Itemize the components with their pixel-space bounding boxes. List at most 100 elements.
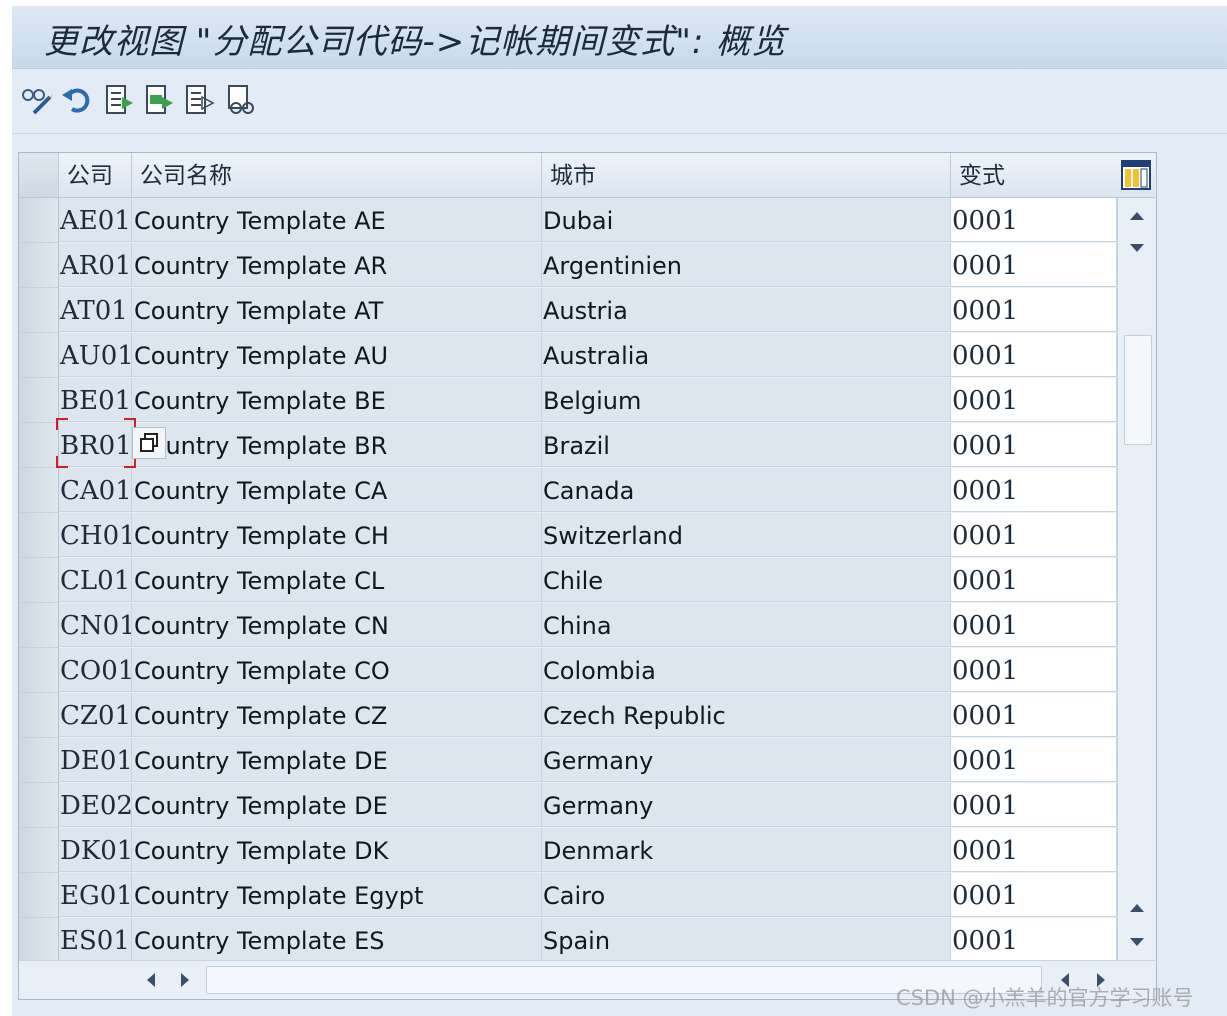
company-name-cell[interactable]: Country Template DE	[132, 738, 542, 782]
column-header-company-name[interactable]: 公司名称	[132, 153, 542, 197]
company-name-cell[interactable]: Country Template CZ	[132, 693, 542, 737]
vertical-scrollbar[interactable]	[1117, 198, 1156, 960]
company-code-cell[interactable]: CO01	[59, 648, 132, 692]
table-row[interactable]: BE01 Country Template BE Belgium 0001	[19, 378, 1117, 423]
company-code-cell[interactable]: CZ01	[59, 693, 132, 737]
column-header-city[interactable]: 城市	[542, 153, 951, 197]
variant-input[interactable]: 0001	[951, 243, 1117, 287]
variant-input[interactable]: 0001	[951, 378, 1117, 422]
variant-input[interactable]: 0001	[951, 738, 1117, 782]
city-cell[interactable]: Germany	[542, 738, 951, 782]
city-cell[interactable]: China	[542, 603, 951, 647]
variant-input[interactable]: 0001	[951, 333, 1117, 377]
select-block-icon[interactable]	[142, 83, 176, 117]
company-name-cell[interactable]: Country Template AT	[132, 288, 542, 332]
table-row[interactable]: AT01 Country Template AT Austria 0001	[19, 288, 1117, 333]
company-name-cell[interactable]: Country Template CH	[132, 513, 542, 557]
company-name-cell[interactable]: Country Template BR	[132, 423, 542, 467]
company-code-cell[interactable]: CA01	[59, 468, 132, 512]
variant-input[interactable]: 0001	[951, 513, 1117, 557]
variant-input[interactable]: 0001	[951, 873, 1117, 917]
company-name-cell[interactable]: Country Template DE	[132, 783, 542, 827]
table-row[interactable]: EG01 Country Template Egypt Cairo 0001	[19, 873, 1117, 918]
city-cell[interactable]: Cairo	[542, 873, 951, 917]
city-cell[interactable]: Denmark	[542, 828, 951, 872]
city-cell[interactable]: Belgium	[542, 378, 951, 422]
copy-value-button[interactable]	[132, 427, 166, 459]
table-row[interactable]: DK01 Country Template DK Denmark 0001	[19, 828, 1117, 873]
table-row[interactable]: CH01 Country Template CH Switzerland 0001	[19, 513, 1117, 558]
table-row[interactable]: DE02 Country Template DE Germany 0001	[19, 783, 1117, 828]
variant-input[interactable]: 0001	[951, 558, 1117, 602]
row-selector[interactable]	[19, 288, 59, 333]
column-header-company[interactable]: 公司	[59, 153, 132, 197]
variant-input[interactable]: 0001	[951, 828, 1117, 872]
row-selector[interactable]	[19, 243, 59, 288]
company-code-cell[interactable]: ES01	[59, 918, 132, 962]
company-name-cell[interactable]: Country Template CN	[132, 603, 542, 647]
scroll-down-icon[interactable]	[1127, 238, 1147, 258]
city-cell[interactable]: Australia	[542, 333, 951, 377]
row-selector[interactable]	[19, 468, 59, 513]
city-cell[interactable]: Brazil	[542, 423, 951, 467]
find-icon[interactable]	[224, 83, 258, 117]
row-selector[interactable]	[19, 693, 59, 738]
company-code-cell[interactable]: EG01	[59, 873, 132, 917]
company-name-cell[interactable]: Country Template AU	[132, 333, 542, 377]
table-row[interactable]: CO01 Country Template CO Colombia 0001	[19, 648, 1117, 693]
scroll-left-icon[interactable]	[141, 970, 161, 990]
undo-icon[interactable]	[60, 83, 94, 117]
city-cell[interactable]: Spain	[542, 918, 951, 962]
table-row[interactable]: DE01 Country Template DE Germany 0001	[19, 738, 1117, 783]
table-settings-button[interactable]	[1117, 153, 1155, 198]
company-name-cell[interactable]: Country Template Egypt	[132, 873, 542, 917]
city-cell[interactable]: Czech Republic	[542, 693, 951, 737]
company-code-cell[interactable]: CH01	[59, 513, 132, 557]
variant-input[interactable]: 0001	[951, 648, 1117, 692]
company-code-cell[interactable]: AU01	[59, 333, 132, 377]
table-row[interactable]: ES01 Country Template ES Spain 0001	[19, 918, 1117, 963]
city-cell[interactable]: Canada	[542, 468, 951, 512]
table-row[interactable]: AR01 Country Template AR Argentinien 0001	[19, 243, 1117, 288]
display-change-icon[interactable]	[20, 83, 54, 117]
vertical-scroll-thumb[interactable]	[1124, 335, 1152, 445]
row-selector[interactable]	[19, 423, 59, 468]
row-selector[interactable]	[19, 828, 59, 873]
row-selector[interactable]	[19, 918, 59, 963]
company-name-cell[interactable]: Country Template ES	[132, 918, 542, 962]
company-code-cell[interactable]: AR01	[59, 243, 132, 287]
variant-input[interactable]: 0001	[951, 468, 1117, 512]
company-code-cell[interactable]: CL01	[59, 558, 132, 602]
page-down-icon[interactable]	[1127, 932, 1147, 952]
row-selector[interactable]	[19, 648, 59, 693]
company-name-cell[interactable]: Country Template CA	[132, 468, 542, 512]
company-code-cell[interactable]: DE02	[59, 783, 132, 827]
company-name-cell[interactable]: Country Template CO	[132, 648, 542, 692]
page-up-icon[interactable]	[1127, 898, 1147, 918]
table-row[interactable]: AU01 Country Template AU Australia 0001	[19, 333, 1117, 378]
city-cell[interactable]: Dubai	[542, 198, 951, 242]
select-all-rows-cell[interactable]	[19, 153, 59, 197]
row-selector[interactable]	[19, 738, 59, 783]
company-name-cell[interactable]: Country Template CL	[132, 558, 542, 602]
variant-input[interactable]: 0001	[951, 288, 1117, 332]
company-code-cell[interactable]: DK01	[59, 828, 132, 872]
row-selector[interactable]	[19, 378, 59, 423]
city-cell[interactable]: Colombia	[542, 648, 951, 692]
variant-input[interactable]: 0001	[951, 423, 1117, 467]
table-row[interactable]: CL01 Country Template CL Chile 0001	[19, 558, 1117, 603]
row-selector[interactable]	[19, 513, 59, 558]
scroll-right-icon[interactable]	[175, 970, 195, 990]
company-code-cell[interactable]: AE01	[59, 198, 132, 242]
company-name-cell[interactable]: Country Template BE	[132, 378, 542, 422]
company-name-cell[interactable]: Country Template DK	[132, 828, 542, 872]
scroll-up-icon[interactable]	[1127, 206, 1147, 226]
company-code-cell[interactable]: AT01	[59, 288, 132, 332]
row-selector[interactable]	[19, 783, 59, 828]
city-cell[interactable]: Austria	[542, 288, 951, 332]
company-name-cell[interactable]: Country Template AE	[132, 198, 542, 242]
city-cell[interactable]: Argentinien	[542, 243, 951, 287]
table-row[interactable]: CZ01 Country Template CZ Czech Republic 000…	[19, 693, 1117, 738]
company-name-cell[interactable]: Country Template AR	[132, 243, 542, 287]
variant-input[interactable]: 0001	[951, 198, 1117, 242]
